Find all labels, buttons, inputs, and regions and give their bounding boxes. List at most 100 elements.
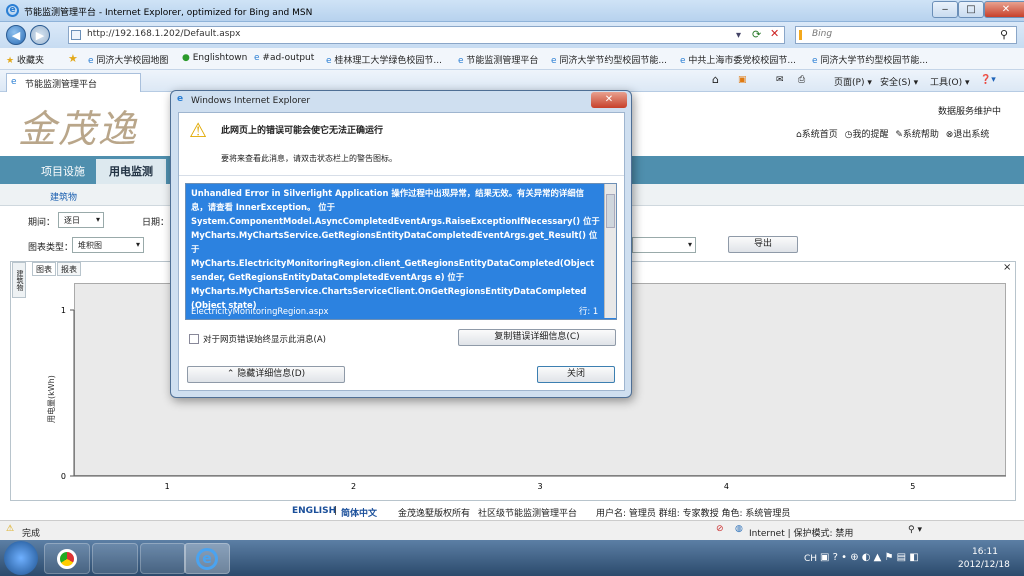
error-details[interactable]: Unhandled Error in Silverlight Applicati… [185, 183, 617, 320]
period-select[interactable]: 逐日 ▾ [58, 212, 104, 228]
status-text: 完成 [22, 529, 41, 539]
search-icon[interactable]: ⚲ [1000, 28, 1008, 41]
building-side-tab[interactable]: 建筑物 [12, 262, 26, 298]
forward-button[interactable]: ▶ [30, 25, 50, 45]
chevron-up-icon: ⌃ [226, 369, 235, 379]
favorite-item[interactable]: e 中共上海市委党校校园节... [680, 53, 796, 66]
favorite-item[interactable]: e #ad-output [254, 53, 314, 63]
bing-icon [799, 30, 807, 40]
wrench-icon: ✎ [895, 130, 903, 140]
tray-icons[interactable]: ▣ ? • ⊕ ◐ ▲ ⚑ ▤ ◧ [820, 552, 919, 563]
mail-icon[interactable]: ✉ [776, 75, 784, 85]
chevron-down-icon: ▾ [95, 215, 100, 224]
chart-type-select[interactable]: 堆积图 ▾ [72, 237, 144, 253]
help-link[interactable]: ✎系统帮助 [895, 130, 939, 140]
favorite-item[interactable]: e 同济大学节约型校园节能... [551, 53, 667, 66]
y-axis-label: 用电量(kWh) [46, 375, 56, 423]
window-title-bar: e 节能监测管理平台 - Internet Explorer, optimize… [0, 0, 1024, 22]
tab-report[interactable]: 报表 [57, 262, 81, 276]
english-link[interactable]: ENGLISH [292, 506, 336, 516]
feeds-icon[interactable]: ▣ [738, 75, 747, 85]
address-input[interactable]: http://192.168.1.202/Default.aspx [68, 26, 785, 44]
always-show-label: 对于网页错误始终显示此消息(A) [203, 335, 326, 345]
copyright: 金茂逸墅版权所有 [398, 509, 471, 519]
tools-menu[interactable]: 工具(O) ▾ [930, 75, 970, 88]
page-icon: e [326, 56, 332, 66]
address-toolbar: ◀ ▶ http://192.168.1.202/Default.aspx ▾ … [0, 22, 1024, 48]
warning-icon[interactable]: ⚠ [6, 524, 14, 534]
tools-taskbar-icon[interactable] [92, 543, 138, 574]
page-icon: e [11, 77, 17, 87]
maximize-button[interactable]: □ [958, 1, 984, 18]
safety-menu[interactable]: 安全(S) ▾ [880, 75, 918, 88]
close-window-button[interactable]: ✕ [984, 1, 1024, 18]
chrome-taskbar-icon[interactable] [44, 543, 90, 574]
warning-icon: ⚠ [189, 118, 207, 142]
minimize-button[interactable]: ‒ [932, 1, 958, 18]
favorite-item[interactable]: e 桂林理工大学绿色校园节... [326, 53, 442, 66]
start-button[interactable] [4, 541, 38, 575]
site-logo: 金茂逸 [18, 107, 139, 151]
tab-chart[interactable]: 图表 [32, 262, 56, 276]
favorite-item[interactable]: e 同济大学校园地图 [88, 53, 168, 66]
platform-name: 社区级节能监测管理平台 [478, 509, 578, 519]
browser-tab[interactable]: e 节能监测管理平台 [6, 73, 141, 92]
globe-icon: ◍ [735, 524, 743, 534]
compat-icon[interactable]: ▾ [736, 30, 741, 41]
home-link[interactable]: ⌂系统首页 [796, 130, 838, 140]
dialog-title: Windows Internet Explorer [191, 96, 311, 106]
language-indicator[interactable]: CH [804, 554, 817, 564]
dialog-close-button[interactable]: ✕ [591, 92, 627, 108]
reminder-link[interactable]: ◷我的提醒 [845, 130, 889, 140]
chinese-link[interactable]: 简体中文 [341, 506, 377, 519]
print-icon[interactable]: ⎙ [798, 75, 805, 85]
page-menu[interactable]: 页面(P) ▾ [834, 75, 872, 88]
error-line: 行: 1 [579, 306, 599, 316]
always-show-checkbox[interactable] [189, 334, 199, 344]
period-label: 期间： [28, 218, 56, 228]
add-favorite-icon[interactable]: ★ [68, 52, 78, 65]
favorite-item[interactable]: ● Englishtown [182, 53, 247, 63]
site-footer: ENGLISH | 简体中文 金茂逸墅版权所有 社区级节能监测管理平台 用户名:… [0, 502, 1024, 520]
page-icon: ● [182, 53, 190, 63]
zoom-control[interactable]: ⚲ ▾ [908, 525, 922, 535]
user-info: 用户名: 管理员 群组: 专家教授 角色: 系统管理员 [596, 509, 791, 519]
breadcrumb[interactable]: 建筑物 [50, 190, 77, 203]
chevron-down-icon: ▾ [687, 240, 692, 249]
hide-details-button[interactable]: ⌃ 隐藏详细信息(D) [187, 366, 345, 383]
home-icon[interactable]: ⌂ [712, 73, 719, 86]
copy-details-button[interactable]: 复制错误详细信息(C) [458, 329, 616, 346]
ie-taskbar-icon[interactable]: e [184, 543, 230, 574]
filter-select[interactable]: ▾ [632, 237, 696, 253]
page-icon: e [812, 56, 818, 66]
refresh-icon[interactable]: ⟳ [752, 28, 761, 41]
zone-text: Internet | 保护模式: 禁用 [749, 529, 854, 539]
app-taskbar-icon[interactable] [140, 543, 186, 574]
page-icon: e [254, 53, 260, 63]
clock-date[interactable]: 2012/12/18 [958, 560, 1010, 570]
y-tick-label: 1 [61, 306, 66, 315]
clock-time[interactable]: 16:11 [972, 547, 998, 557]
x-tick-label: 3 [537, 482, 542, 491]
error-text: Unhandled Error in Silverlight Applicati… [191, 188, 600, 310]
error-dialog: e Windows Internet Explorer ✕ ⚠ 此网页上的错误可… [170, 90, 632, 398]
search-input[interactable]: Bing [795, 26, 1017, 44]
favorites-button[interactable]: ★ 收藏夹 [6, 53, 44, 66]
nav-tab-electricity[interactable]: 用电监测 [96, 159, 166, 184]
x-tick-label: 4 [724, 482, 729, 491]
star-icon: ★ [6, 56, 15, 66]
export-button[interactable]: 导出 [728, 236, 798, 253]
nav-tab-facilities[interactable]: 项目设施 [28, 159, 98, 184]
taskbar: e CH ▣ ? • ⊕ ◐ ▲ ⚑ ▤ ◧ 16:11 2012/12/18 [0, 540, 1024, 576]
page-icon: e [551, 56, 557, 66]
error-file: ElectricityMonitoringRegion.aspx [191, 306, 329, 316]
panel-close-icon[interactable]: × [1003, 262, 1011, 273]
error-scrollbar[interactable] [604, 184, 616, 318]
favorite-item[interactable]: e 节能监测管理平台 [458, 53, 538, 66]
dialog-close-btn[interactable]: 关闭 [537, 366, 615, 383]
logout-link[interactable]: ⊗退出系统 [946, 130, 990, 140]
back-button[interactable]: ◀ [6, 25, 26, 45]
favorite-item[interactable]: e 同济大学节约型校园节能... [812, 53, 928, 66]
stop-icon[interactable]: ✕ [770, 27, 779, 40]
help-icon[interactable]: ❓▾ [980, 75, 996, 85]
